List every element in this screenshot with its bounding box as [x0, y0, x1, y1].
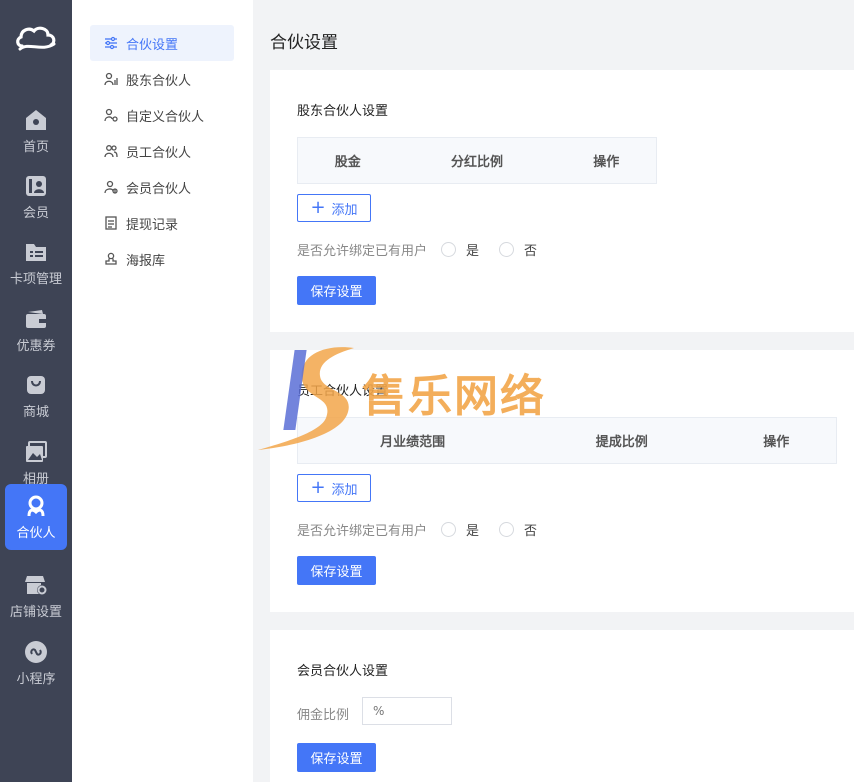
rail-item-label: 优惠券 — [16, 338, 56, 354]
rail-item-coupon[interactable]: 优惠券 — [5, 297, 67, 363]
section-title: 员工合伙人设置 — [297, 384, 389, 399]
sliders-icon — [105, 36, 117, 50]
bind-yes-radio[interactable] — [441, 242, 457, 257]
submenu-item-label: 合伙设置 — [126, 37, 179, 53]
commission-input[interactable] — [362, 697, 452, 725]
wallet-icon — [26, 309, 46, 328]
plus-icon: + — [310, 477, 326, 498]
rail-item-label: 商城 — [22, 404, 49, 420]
home-icon — [26, 109, 46, 130]
bind-no-radio[interactable] — [499, 522, 515, 537]
rail-item-home[interactable]: 首页 — [5, 98, 67, 164]
submenu-item-label: 海报库 — [126, 253, 166, 269]
folder-list-icon — [26, 243, 46, 261]
rail-item-mall[interactable]: 商城 — [5, 363, 67, 429]
column-header: 月业绩范围 — [380, 435, 446, 450]
page-title: 合伙设置 — [270, 33, 338, 53]
commission-label: 佣金比例 — [297, 708, 350, 723]
partner-icon — [27, 495, 45, 516]
radio-label-yes: 是 — [466, 244, 480, 259]
bind-yes-radio[interactable] — [441, 522, 457, 537]
add-button-label: 添加 — [331, 482, 358, 498]
submenu-item-withdrawal-records[interactable]: 提现记录 — [90, 205, 234, 241]
submenu-item-label: 会员合伙人 — [126, 181, 192, 197]
section-title: 会员合伙人设置 — [297, 664, 389, 679]
add-button-label: 添加 — [331, 202, 358, 218]
column-header: 分红比例 — [450, 155, 503, 170]
shopping-bag-icon — [27, 375, 45, 394]
submenu-item-label: 股东合伙人 — [126, 73, 192, 89]
submenu-item-label: 提现记录 — [126, 217, 179, 233]
plus-icon: + — [310, 197, 326, 218]
rail-item-label: 店铺设置 — [9, 604, 62, 620]
rail-item-label: 会员 — [22, 205, 49, 221]
submenu-item-label: 员工合伙人 — [126, 145, 192, 161]
add-staff-button[interactable]: + 添加 — [297, 474, 371, 502]
partner-submenu: 合伙设置 股东合伙人 自定义合伙人 员工合伙人 会员合伙人 提现记录 海报库 — [72, 0, 253, 782]
shareholder-table-header: 股金 分红比例 操作 — [297, 137, 657, 184]
staff-icon — [104, 145, 118, 158]
rail-item-member[interactable]: 会员 — [5, 164, 67, 230]
column-header: 操作 — [763, 435, 790, 450]
save-settings-button[interactable]: 保存设置 — [297, 276, 376, 305]
add-shareholder-button[interactable]: + 添加 — [297, 194, 371, 222]
column-header: 股金 — [334, 155, 361, 170]
main-nav-rail: 首页 会员 卡项管理 优惠券 商城 相册 合伙人 店铺设置 小程序 — [0, 0, 72, 782]
submenu-item-custom-partner[interactable]: 自定义合伙人 — [90, 97, 234, 133]
submenu-item-staff-partner[interactable]: 员工合伙人 — [90, 133, 234, 169]
rail-item-label: 小程序 — [16, 671, 56, 687]
photo-icon — [26, 440, 47, 462]
rail-item-label: 合伙人 — [16, 525, 56, 541]
member-user-icon — [104, 180, 118, 194]
submenu-item-label: 自定义合伙人 — [126, 109, 205, 125]
rail-item-card-management[interactable]: 卡项管理 — [5, 230, 67, 296]
save-settings-button[interactable]: 保存设置 — [297, 743, 376, 772]
member-partner-card: 会员合伙人设置 佣金比例 保存设置 — [270, 630, 854, 782]
shareholder-icon — [104, 72, 118, 86]
save-settings-button[interactable]: 保存设置 — [297, 556, 376, 585]
document-icon — [105, 216, 117, 230]
shareholder-partner-card: 股东合伙人设置 股金 分红比例 操作 + 添加 是否允许绑定已有用户 是 否 保… — [270, 70, 854, 332]
rail-item-label: 首页 — [22, 139, 49, 155]
submenu-item-shareholder-partner[interactable]: 股东合伙人 — [90, 61, 234, 97]
radio-label-yes: 是 — [466, 524, 480, 539]
bind-no-radio[interactable] — [499, 242, 515, 257]
submenu-item-partner-settings[interactable]: 合伙设置 — [90, 25, 234, 61]
bind-question-label: 是否允许绑定已有用户 — [297, 244, 428, 259]
staff-table-header: 月业绩范围 提成比例 操作 — [297, 417, 837, 464]
submenu-item-poster-library[interactable]: 海报库 — [90, 241, 234, 277]
member-card-icon — [26, 175, 46, 196]
column-header: 操作 — [593, 155, 620, 170]
cloud-logo-icon[interactable] — [14, 24, 58, 56]
rail-item-mini-program[interactable]: 小程序 — [5, 630, 67, 696]
staff-partner-card: 员工合伙人设置 月业绩范围 提成比例 操作 + 添加 是否允许绑定已有用户 是 … — [270, 350, 854, 612]
bind-existing-user-row: 是否允许绑定已有用户 是 否 — [297, 240, 537, 259]
radio-label-no: 否 — [524, 244, 538, 259]
stamp-icon — [105, 252, 117, 265]
custom-user-icon — [104, 108, 118, 122]
rail-item-partner[interactable]: 合伙人 — [5, 484, 67, 550]
rail-item-label: 卡项管理 — [9, 271, 62, 287]
mini-program-icon — [25, 640, 47, 663]
radio-label-no: 否 — [524, 524, 538, 539]
section-title: 股东合伙人设置 — [297, 104, 389, 119]
column-header: 提成比例 — [595, 435, 648, 450]
bind-existing-user-row: 是否允许绑定已有用户 是 否 — [297, 520, 537, 539]
submenu-item-member-partner[interactable]: 会员合伙人 — [90, 169, 234, 205]
rail-item-shop-settings[interactable]: 店铺设置 — [5, 563, 67, 629]
bind-question-label: 是否允许绑定已有用户 — [297, 524, 428, 539]
shop-settings-icon — [25, 575, 47, 595]
